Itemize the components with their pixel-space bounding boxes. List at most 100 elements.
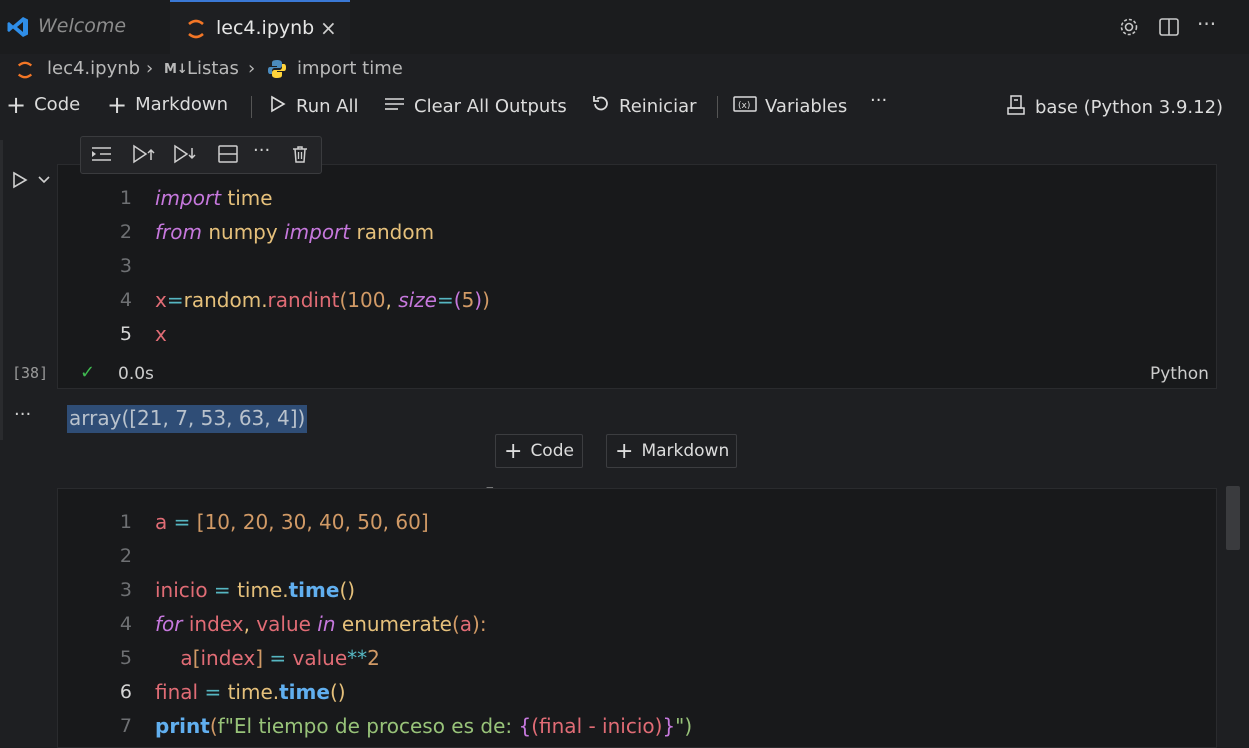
plus-icon: +: [6, 90, 27, 119]
code-token: 100: [347, 288, 386, 312]
markdown-icon: M↓: [164, 62, 188, 77]
toolbar-divider: [251, 96, 252, 118]
insert-markdown-label: Markdown: [641, 441, 730, 461]
code-token: =: [436, 288, 454, 312]
execute-below-icon[interactable]: [173, 144, 197, 169]
code-token: for: [155, 612, 183, 636]
code-token: random: [350, 220, 435, 244]
kernel-picker[interactable]: base (Python 3.9.12): [1005, 94, 1223, 121]
run-options-chevron-icon[interactable]: [37, 170, 51, 194]
code-token: index: [200, 646, 256, 670]
line-number: 3: [119, 579, 132, 601]
breadcrumb-cell[interactable]: import time: [297, 58, 403, 79]
breadcrumb-file[interactable]: lec4.ipynb: [47, 58, 140, 79]
insert-markdown-button[interactable]: + Markdown: [606, 434, 737, 468]
line-number: 7: [119, 715, 132, 737]
code-token: =: [207, 578, 238, 602]
plus-icon: +: [615, 438, 634, 464]
code-token: [: [192, 646, 201, 670]
code-line: for index, value in enumerate(a):: [155, 612, 487, 636]
code-token: f"El tiempo de proceso es de:: [217, 714, 519, 738]
code-line: x=random.randint(100, size=(5)): [155, 288, 490, 312]
code-token: "): [675, 714, 693, 738]
line-number: 4: [119, 289, 132, 311]
clear-outputs-button[interactable]: Clear All Outputs: [384, 94, 567, 119]
run-by-line-icon[interactable]: [91, 144, 113, 169]
line-number: 5: [119, 647, 132, 669]
line-number: 4: [119, 613, 132, 635]
run-all-label: Run All: [296, 96, 359, 117]
code-token: **: [347, 646, 368, 670]
variables-button[interactable]: (x) Variables: [733, 94, 847, 119]
add-markdown-label: Markdown: [135, 94, 229, 115]
toolbar-more-button[interactable]: ···: [870, 90, 887, 111]
code-token: time: [237, 578, 283, 602]
code-token: time: [288, 578, 340, 602]
code-token: size: [398, 288, 437, 312]
tab-welcome[interactable]: Welcome: [0, 0, 170, 54]
code-token: ,: [243, 612, 257, 636]
code-token: import: [155, 186, 222, 210]
code-line: import time: [155, 186, 273, 210]
code-token: =: [198, 680, 228, 704]
code-token: 10, 20, 30, 40, 50, 60: [204, 510, 421, 534]
code-token: print: [155, 714, 210, 738]
code-token: index: [182, 612, 244, 636]
code-token: inicio: [155, 578, 208, 602]
success-check-icon: ✓: [80, 362, 96, 383]
execute-above-icon[interactable]: [132, 144, 156, 169]
code-token: import: [284, 220, 351, 244]
code-token: (: [451, 612, 460, 636]
code-token: (): [329, 680, 346, 704]
cell-toolbar: ···: [80, 136, 322, 174]
variables-label: Variables: [765, 96, 848, 117]
toolbar-divider: [717, 96, 718, 118]
breadcrumb-section[interactable]: Listas: [187, 58, 239, 79]
more-actions-icon[interactable]: ···: [1197, 12, 1216, 36]
cell-output: array([21, 7, 53, 63, 4]): [67, 405, 308, 433]
cell-language[interactable]: Python: [1150, 364, 1209, 384]
insert-code-button[interactable]: + Code: [495, 434, 583, 468]
tab-bar: Welcome lec4.ipynb × ···: [0, 0, 1249, 54]
code-token: time: [227, 680, 273, 704]
breadcrumb-chevron-icon: ›: [248, 58, 256, 79]
code-token: [: [196, 510, 205, 534]
run-all-button[interactable]: Run All: [268, 94, 359, 119]
execution-count: [38]: [12, 364, 49, 382]
line-number: 3: [119, 255, 132, 277]
code-token: =: [167, 510, 197, 534]
run-all-icon: [268, 94, 288, 119]
code-line: x: [155, 322, 167, 346]
code-token: ): [482, 288, 490, 312]
add-markdown-button[interactable]: + Markdown: [107, 93, 229, 117]
cell-more-icon[interactable]: ···: [253, 140, 270, 161]
code-line: a = [10, 20, 30, 40, 50, 60]: [155, 510, 429, 534]
jupyter-icon: [186, 18, 206, 45]
scrollbar-thumb[interactable]: [1226, 486, 1240, 550]
line-number: 2: [119, 545, 132, 567]
code-token: time: [221, 186, 273, 210]
code-token: 5: [461, 288, 475, 312]
code-token: 2: [367, 646, 380, 670]
gear-icon[interactable]: [1118, 16, 1140, 43]
code-token: a: [459, 612, 473, 636]
add-code-button[interactable]: + Code: [6, 90, 80, 119]
code-token: from: [155, 220, 202, 244]
run-cell-icon[interactable]: [10, 170, 30, 194]
output-actions-icon[interactable]: ···: [14, 404, 31, 425]
code-token: time: [279, 680, 330, 704]
delete-cell-icon[interactable]: [290, 144, 310, 169]
code-token: ):: [472, 612, 487, 636]
restart-button[interactable]: Reiniciar: [591, 94, 697, 119]
restart-icon: [591, 94, 611, 119]
clear-outputs-icon: [384, 94, 406, 119]
breadcrumb-chevron-icon: ›: [146, 58, 154, 79]
execution-time: 0.0s: [118, 364, 154, 384]
code-line: inicio = time.time(): [155, 578, 355, 602]
code-line: a[index] = value**2: [155, 646, 380, 670]
tab-lec4[interactable]: lec4.ipynb ×: [170, 0, 350, 54]
close-tab-icon[interactable]: ×: [320, 16, 337, 40]
split-cell-icon[interactable]: [217, 144, 239, 169]
split-editor-icon[interactable]: [1158, 16, 1180, 43]
kernel-icon: [1005, 94, 1027, 121]
